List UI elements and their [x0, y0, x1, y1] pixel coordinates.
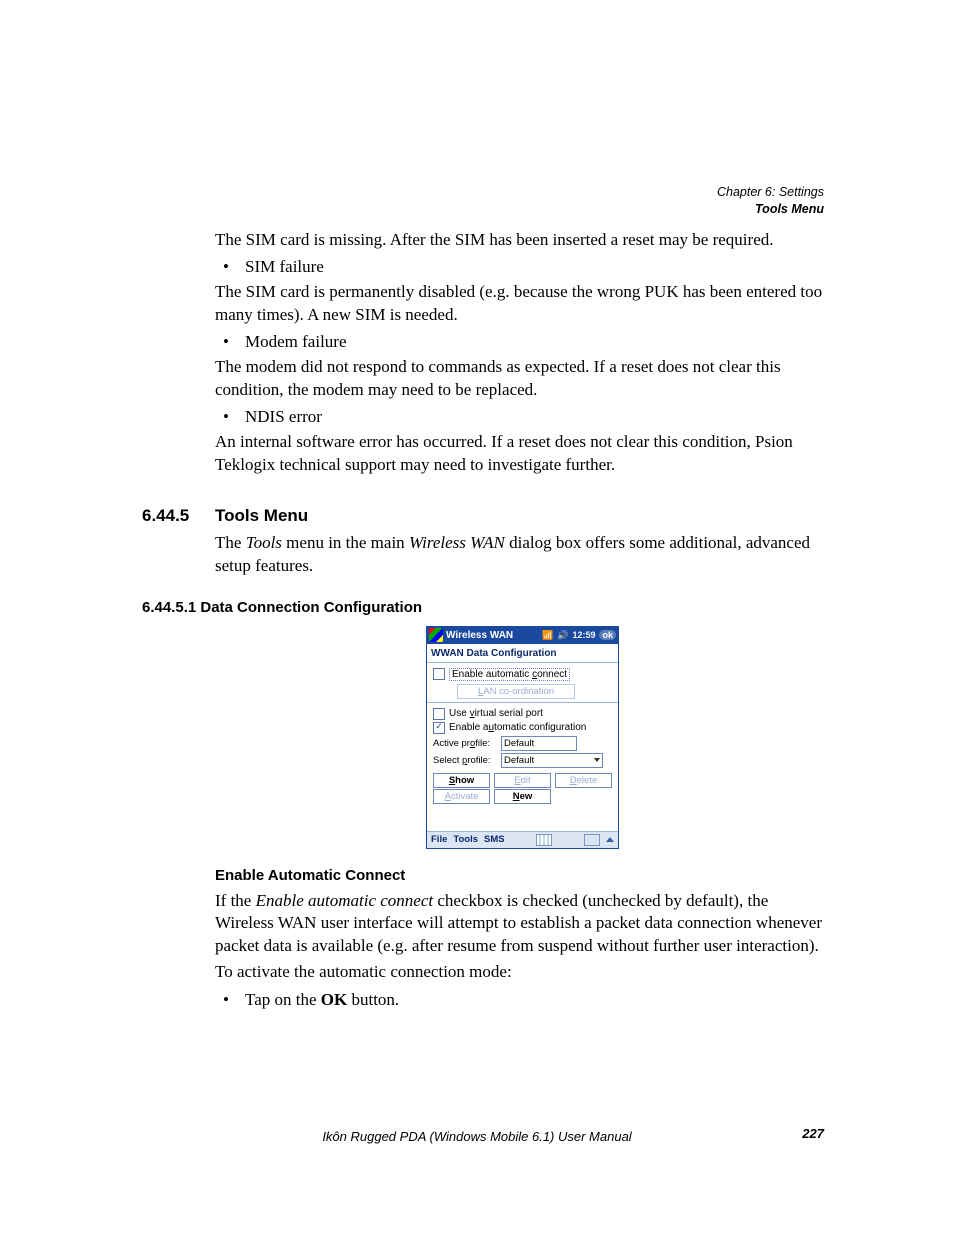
- select-profile-dropdown[interactable]: Default: [501, 753, 603, 768]
- sip-icon[interactable]: [584, 834, 600, 846]
- pda-heading: WWAN Data Configuration: [427, 645, 618, 662]
- show-button[interactable]: Show: [433, 773, 490, 788]
- paragraph: The Tools menu in the main Wireless WAN …: [215, 532, 830, 577]
- paragraph: The SIM card is permanently disabled (e.…: [215, 281, 830, 326]
- pda-screenshot: Wireless WAN 📶 🔊 12:59 ok WWAN Data Conf…: [215, 626, 830, 849]
- paragraph: To activate the automatic connection mod…: [215, 961, 830, 983]
- subheading: Enable Automatic Connect: [215, 867, 830, 884]
- enable-auto-config-checkbox[interactable]: [433, 722, 445, 734]
- header-chapter: Chapter 6: Settings: [717, 184, 824, 201]
- menu-sms[interactable]: SMS: [484, 834, 505, 845]
- keyboard-icon[interactable]: [536, 834, 552, 846]
- page-header: Chapter 6: Settings Tools Menu: [717, 184, 824, 218]
- active-profile-label: Active profile:: [433, 738, 495, 749]
- paragraph: The modem did not respond to commands as…: [215, 356, 830, 401]
- enable-auto-connect-label: Enable automatic connect: [449, 668, 570, 681]
- pda-titlebar: Wireless WAN 📶 🔊 12:59 ok: [427, 627, 618, 644]
- menu-file[interactable]: File: [431, 834, 447, 845]
- paragraph: If the Enable automatic connect checkbox…: [215, 890, 830, 957]
- enable-auto-connect-checkbox[interactable]: [433, 668, 445, 680]
- start-flag-icon[interactable]: [429, 628, 443, 642]
- footer-text: Ikôn Rugged PDA (Windows Mobile 6.1) Use…: [322, 1129, 631, 1144]
- volume-icon[interactable]: 🔊: [557, 630, 568, 641]
- section-title: Tools Menu: [215, 506, 308, 526]
- active-profile-field: Default: [501, 736, 577, 751]
- edit-button: Edit: [494, 773, 551, 788]
- use-virtual-serial-port-checkbox[interactable]: [433, 708, 445, 720]
- pda-menubar: File Tools SMS: [427, 831, 618, 848]
- bullet-item: Tap on the OK button.: [215, 990, 830, 1010]
- subsection-heading: 6.44.5.1 Data Connection Configuration: [142, 599, 830, 616]
- section-heading: 6.44.5 Tools Menu: [215, 506, 830, 526]
- clock-text: 12:59: [572, 630, 595, 640]
- activate-button: Activate: [433, 789, 490, 804]
- use-virtual-serial-port-label: Use virtual serial port: [449, 708, 543, 719]
- header-section: Tools Menu: [717, 201, 824, 218]
- section-number: 6.44.5: [142, 506, 215, 526]
- ok-button[interactable]: ok: [599, 630, 616, 640]
- paragraph: The SIM card is missing. After the SIM h…: [215, 229, 830, 251]
- enable-auto-config-label: Enable automatic configuration: [449, 722, 586, 733]
- bullet-item: NDIS error: [215, 407, 830, 427]
- bullet-item: Modem failure: [215, 332, 830, 352]
- chevron-down-icon: [594, 758, 600, 762]
- lan-coordination-button: LAN co-ordination: [457, 684, 575, 699]
- page-content: The SIM card is missing. After the SIM h…: [215, 229, 830, 1014]
- chevron-up-icon[interactable]: [606, 837, 614, 842]
- pda-title: Wireless WAN: [446, 630, 513, 641]
- new-button[interactable]: New: [494, 789, 551, 804]
- paragraph: An internal software error has occurred.…: [215, 431, 830, 476]
- select-profile-label: Select profile:: [433, 755, 495, 766]
- page-number: 227: [802, 1126, 824, 1141]
- signal-icon[interactable]: 📶: [542, 630, 553, 641]
- delete-button: Delete: [555, 773, 612, 788]
- bullet-item: SIM failure: [215, 257, 830, 277]
- menu-tools[interactable]: Tools: [453, 834, 478, 845]
